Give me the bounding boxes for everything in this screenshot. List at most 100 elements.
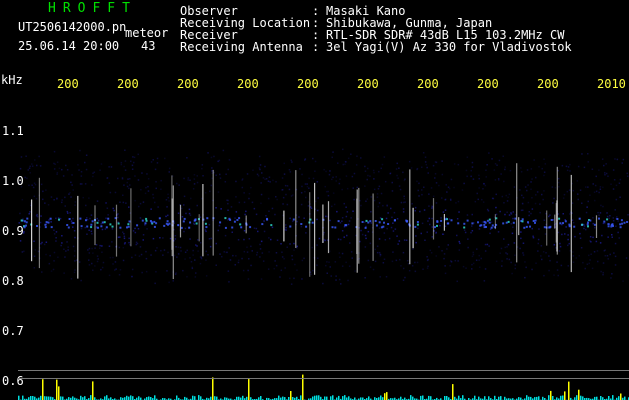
noise-pixel bbox=[243, 201, 246, 204]
noise-pixel bbox=[61, 235, 63, 237]
noise-pixel bbox=[559, 245, 562, 248]
carrier-pixel bbox=[127, 223, 130, 226]
carrier-pixel bbox=[85, 219, 87, 222]
noise-pixel bbox=[514, 267, 516, 270]
noise-pixel bbox=[270, 238, 272, 241]
noise-pixel bbox=[471, 213, 473, 216]
noise-pixel bbox=[247, 269, 249, 272]
noise-pixel bbox=[421, 166, 423, 168]
noise-pixel bbox=[246, 173, 249, 175]
carrier-pixel bbox=[240, 226, 243, 229]
carrier-pixel bbox=[532, 220, 535, 222]
noise-pixel bbox=[55, 231, 58, 233]
noise-pixel bbox=[322, 282, 324, 285]
noise-pixel bbox=[72, 217, 74, 220]
noise-pixel bbox=[183, 195, 186, 198]
noise-pixel bbox=[609, 215, 611, 217]
noise-pixel bbox=[267, 268, 270, 270]
noise-pixel bbox=[589, 259, 591, 261]
noise-pixel bbox=[450, 178, 453, 181]
meteor-echo bbox=[245, 215, 247, 234]
noise-pixel bbox=[225, 173, 227, 175]
noise-pixel bbox=[524, 276, 526, 279]
noise-pixel bbox=[34, 159, 36, 161]
noise-pixel bbox=[335, 176, 337, 178]
noise-pixel bbox=[543, 171, 546, 173]
noise-pixel bbox=[112, 263, 114, 265]
noise-pixel bbox=[243, 230, 246, 232]
noise-pixel bbox=[501, 260, 503, 262]
noise-pixel bbox=[259, 243, 261, 246]
noise-pixel bbox=[347, 223, 350, 226]
carrier-pixel bbox=[292, 218, 295, 221]
noise-pixel bbox=[50, 270, 53, 272]
noise-pixel bbox=[396, 218, 399, 220]
carrier-pixel bbox=[141, 219, 144, 222]
noise-pixel bbox=[441, 250, 443, 252]
noise-pixel bbox=[181, 216, 184, 218]
noise-pixel bbox=[88, 252, 91, 254]
meteor-echo bbox=[518, 217, 520, 236]
noise-pixel bbox=[544, 163, 547, 165]
noise-pixel bbox=[280, 243, 282, 245]
noise-pixel bbox=[440, 217, 442, 219]
noise-pixel bbox=[316, 218, 318, 221]
noise-pixel bbox=[533, 159, 535, 161]
noise-pixel bbox=[391, 216, 393, 219]
noise-pixel bbox=[579, 189, 582, 191]
noise-pixel bbox=[285, 224, 287, 226]
noise-pixel bbox=[538, 166, 540, 168]
noise-pixel bbox=[228, 159, 231, 161]
noise-pixel bbox=[248, 192, 251, 195]
noise-pixel bbox=[615, 184, 618, 187]
time-tick-label: 200 bbox=[417, 77, 439, 91]
noise-pixel bbox=[128, 241, 130, 244]
noise-pixel bbox=[135, 243, 137, 246]
noise-pixel bbox=[255, 213, 258, 216]
noise-pixel bbox=[95, 244, 98, 246]
noise-pixel bbox=[248, 238, 251, 240]
noise-pixel bbox=[205, 259, 207, 261]
noise-pixel bbox=[120, 163, 123, 166]
noise-pixel bbox=[342, 148, 344, 151]
noise-pixel bbox=[86, 219, 89, 221]
noise-pixel bbox=[562, 197, 565, 199]
noise-pixel bbox=[505, 252, 507, 254]
noise-pixel bbox=[543, 174, 545, 177]
noise-pixel bbox=[221, 255, 223, 258]
noise-pixel bbox=[166, 206, 168, 208]
carrier-pixel bbox=[562, 222, 564, 225]
noise-pixel bbox=[346, 211, 349, 213]
noise-pixel bbox=[490, 221, 493, 223]
carrier-pixel bbox=[434, 226, 436, 229]
carrier-pixel bbox=[80, 225, 83, 228]
noise-pixel bbox=[118, 246, 121, 249]
carrier-pixel bbox=[44, 226, 47, 229]
carrier-pixel bbox=[90, 223, 93, 226]
carrier-pixel bbox=[111, 225, 114, 228]
noise-pixel bbox=[74, 236, 76, 239]
noise-pixel bbox=[538, 228, 540, 230]
activity-bar bbox=[444, 396, 446, 400]
noise-pixel bbox=[399, 188, 402, 191]
activity-bar bbox=[278, 395, 280, 400]
noise-pixel bbox=[126, 185, 129, 188]
noise-pixel bbox=[193, 183, 196, 185]
noise-pixel bbox=[588, 254, 590, 257]
noise-pixel bbox=[204, 229, 207, 231]
noise-pixel bbox=[559, 242, 561, 245]
noise-pixel bbox=[612, 188, 615, 190]
noise-pixel bbox=[506, 253, 509, 255]
activity-bar bbox=[330, 396, 332, 400]
noise-pixel bbox=[465, 267, 467, 269]
noise-pixel bbox=[45, 189, 47, 191]
noise-pixel bbox=[227, 209, 229, 211]
noise-pixel bbox=[276, 239, 279, 241]
noise-pixel bbox=[599, 242, 602, 244]
noise-pixel bbox=[471, 230, 474, 232]
noise-pixel bbox=[160, 179, 162, 182]
noise-pixel bbox=[332, 176, 334, 179]
noise-pixel bbox=[312, 177, 315, 180]
noise-pixel bbox=[508, 214, 511, 216]
noise-pixel bbox=[269, 181, 271, 183]
